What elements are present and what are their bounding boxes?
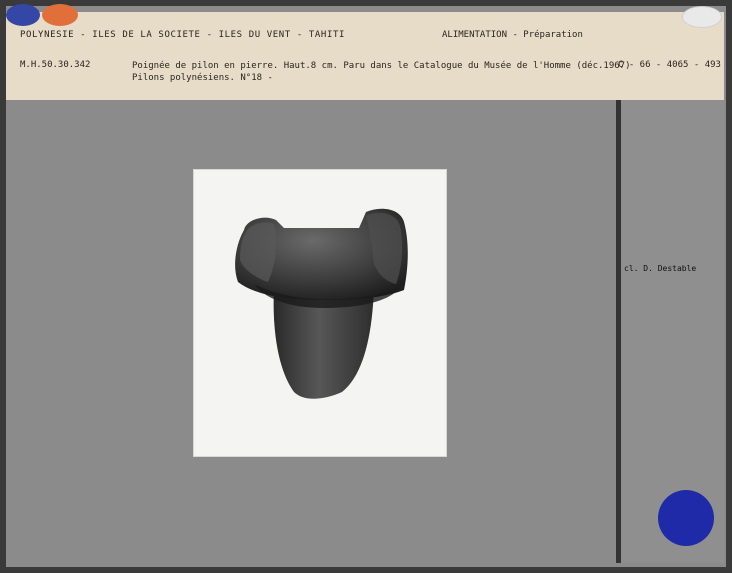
photo-credit: cl. D. Destable [624,264,697,273]
location-line: POLYNESIE - ILES DE LA SOCIETE - ILES DU… [20,30,345,40]
vertical-divider [616,100,621,563]
card-header: POLYNESIE - ILES DE LA SOCIETE - ILES DU… [6,4,724,100]
inventory-number: M.H.50.30.342 [20,60,91,70]
reference-number: C - 66 - 4065 - 493 [618,60,721,70]
orange-dot-marker [42,4,78,26]
stone-pestle-handle-image [235,208,408,399]
description-line2: Pilons polynésiens. N°18 - [132,73,273,83]
white-dot-marker [682,6,722,28]
object-photo [194,170,446,456]
category-line: ALIMENTATION - Préparation [442,30,583,40]
blue-dot-marker [6,4,40,26]
catalog-card: POLYNESIE - ILES DE LA SOCIETE - ILES DU… [6,4,726,567]
description-line1: Poignée de pilon en pierre. Haut.8 cm. P… [132,61,631,71]
museum-stamp [658,490,714,546]
description: Poignée de pilon en pierre. Haut.8 cm. P… [132,60,631,84]
